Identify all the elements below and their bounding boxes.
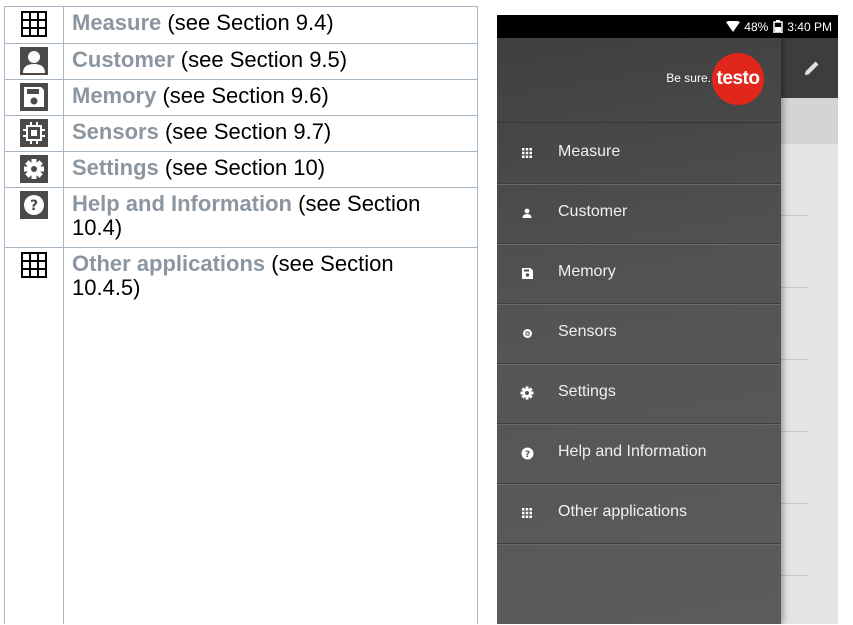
save-icon: [20, 83, 48, 111]
battery-level: 48%: [744, 19, 769, 34]
table-row: Settings (see Section 10): [5, 152, 477, 188]
term: Sensors: [72, 119, 159, 144]
menu-item-measure[interactable]: Measure: [497, 123, 781, 184]
icon-cell: [5, 152, 63, 183]
term: Memory: [72, 83, 157, 108]
menu-item-memory[interactable]: Memory: [497, 243, 781, 304]
icon-cell: [5, 7, 63, 38]
chip-icon: [20, 119, 48, 147]
description: Sensors (see Section 9.7): [72, 120, 461, 144]
menu-item-customer[interactable]: Customer: [497, 183, 781, 244]
icon-cell: [5, 248, 63, 279]
drawer-header: Be sure. testo: [497, 38, 781, 123]
svg-text:?: ?: [524, 450, 529, 460]
grid-icon: [21, 11, 47, 37]
apps-icon: [519, 505, 535, 521]
menu-item-label: Customer: [558, 203, 628, 220]
menu-item-label: Memory: [558, 263, 616, 280]
reference: (see Section 10): [158, 155, 326, 180]
term: Measure: [72, 10, 162, 35]
function-table: Measure (see Section 9.4) Customer (see …: [4, 6, 478, 624]
save-icon: [519, 265, 535, 281]
help-icon: ?: [519, 445, 535, 461]
term: Other applications: [72, 251, 266, 276]
menu-item-label: Measure: [558, 143, 621, 160]
icon-cell: [5, 80, 63, 111]
icon-cell: [5, 116, 63, 147]
reference: (see Section 9.6): [156, 83, 329, 108]
menu-item-help[interactable]: ? Help and Information: [497, 423, 781, 484]
edit-icon[interactable]: [803, 59, 821, 77]
reference: (see Section 9.5): [174, 47, 348, 72]
navigation-drawer: Be sure. testo Measure Customer Memory S…: [497, 38, 781, 624]
phone-screenshot: 48% 3:40 PM Be sure. testo Measure Custo…: [497, 15, 838, 624]
background-header-strip: [781, 98, 838, 144]
battery-icon: [773, 20, 784, 33]
apps-icon: [519, 145, 535, 161]
term: Customer: [72, 47, 175, 72]
table-row: Other applications (see Section 10.4.5): [5, 248, 477, 625]
wifi-icon: [726, 21, 741, 32]
menu-item-sensors[interactable]: Sensors: [497, 303, 781, 364]
chip-icon: [519, 325, 535, 341]
svg-text:?: ?: [30, 198, 38, 214]
status-bar: 48% 3:40 PM: [497, 15, 838, 38]
description: Customer (see Section 9.5): [72, 48, 461, 72]
table-row: ? Help and Information (see Section 10.4…: [5, 188, 477, 248]
person-icon: [20, 47, 48, 75]
menu-item-other-applications[interactable]: Other applications: [497, 483, 781, 544]
menu-item-label: Settings: [558, 383, 616, 400]
table-row: Customer (see Section 9.5): [5, 44, 477, 80]
description: Help and Information (see Section 10.4): [72, 192, 461, 240]
gear-icon: [20, 155, 48, 183]
brand-tagline: Be sure.: [666, 71, 711, 85]
icon-cell: ?: [5, 188, 63, 219]
term: Help and Information: [72, 191, 292, 216]
reference: (see Section 9.4): [161, 10, 334, 35]
description: Memory (see Section 9.6): [72, 84, 461, 108]
grid-icon: [21, 252, 47, 278]
description: Measure (see Section 9.4): [72, 11, 461, 35]
description: Settings (see Section 10): [72, 156, 461, 180]
icon-cell: [5, 44, 63, 75]
table-row: Sensors (see Section 9.7): [5, 116, 477, 152]
menu-item-settings[interactable]: Settings: [497, 363, 781, 424]
clock: 3:40 PM: [787, 19, 832, 34]
testo-logo: testo: [712, 53, 764, 105]
table-row: Memory (see Section 9.6): [5, 80, 477, 116]
reference: (see Section 9.7): [158, 119, 332, 144]
help-icon: ?: [20, 191, 48, 219]
menu-item-label: Other applications: [558, 503, 687, 520]
menu-item-label: Sensors: [558, 323, 617, 340]
table-row: Measure (see Section 9.4): [5, 7, 477, 44]
gear-icon: [519, 385, 535, 401]
menu-item-label: Help and Information: [558, 443, 707, 460]
term: Settings: [72, 155, 159, 180]
person-icon: [519, 205, 535, 221]
description: Other applications (see Section 10.4.5): [72, 252, 461, 300]
